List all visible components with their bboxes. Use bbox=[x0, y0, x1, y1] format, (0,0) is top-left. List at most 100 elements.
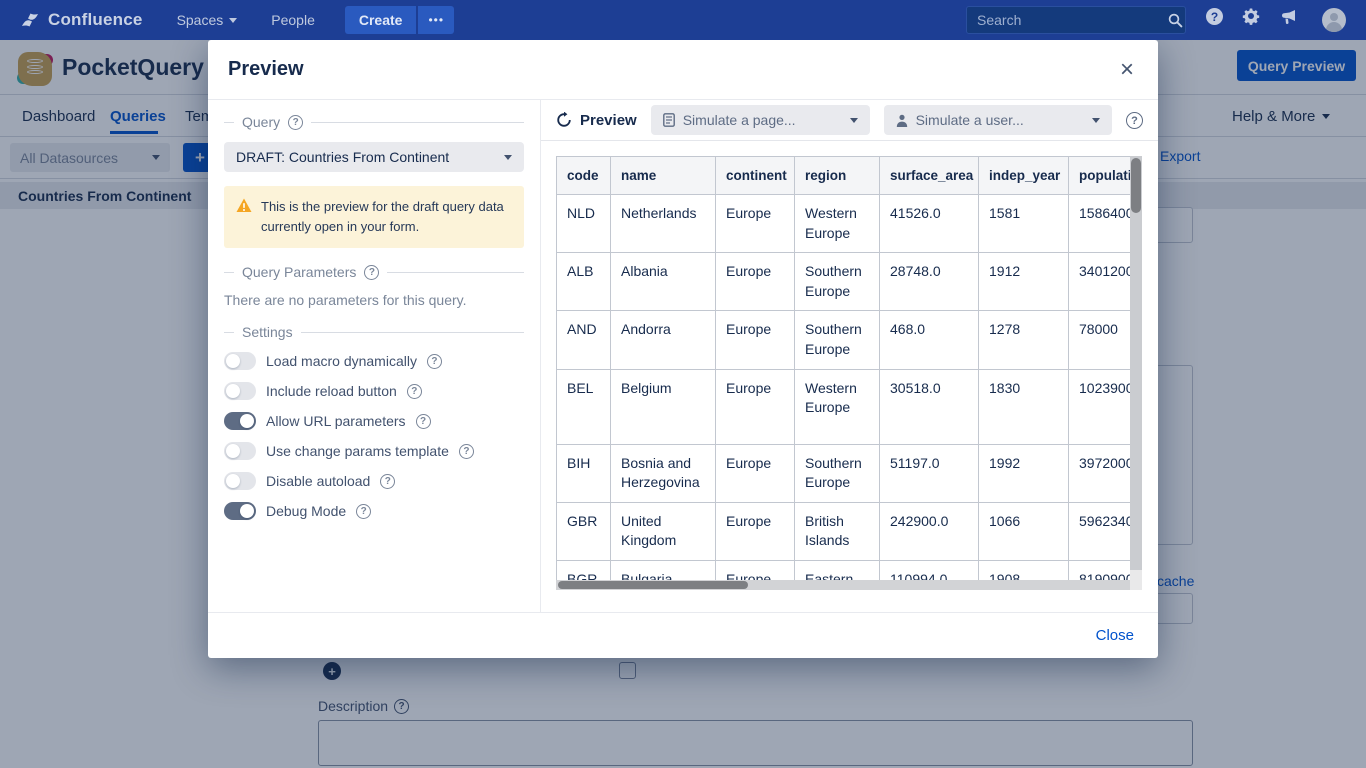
modal-header: Preview × bbox=[208, 40, 1158, 100]
query-settings-panel: Query? DRAFT: Countries From Continent T… bbox=[208, 100, 541, 612]
table-column-header: region bbox=[795, 157, 880, 195]
toggle-switch[interactable] bbox=[224, 352, 256, 370]
toggle-label: Debug Mode bbox=[266, 503, 346, 519]
horizontal-scrollbar[interactable] bbox=[556, 580, 1130, 590]
help-icon[interactable]: ? bbox=[1126, 111, 1143, 130]
close-icon[interactable]: × bbox=[1120, 58, 1134, 82]
preview-modal: Preview × Query? DRAFT: Countries From C… bbox=[208, 40, 1158, 658]
help-icon[interactable]: ? bbox=[407, 384, 422, 399]
table-cell: 41526.0 bbox=[880, 195, 979, 253]
table-row: BIHBosnia and HerzegovinaEuropeSouthern … bbox=[557, 444, 1131, 502]
user-icon bbox=[896, 114, 908, 127]
help-icon[interactable]: ? bbox=[1206, 8, 1223, 25]
table-cell: 1908 bbox=[979, 560, 1069, 580]
query-section-legend: Query? bbox=[224, 114, 524, 130]
table-column-header: surface_area bbox=[880, 157, 979, 195]
modal-title: Preview bbox=[228, 58, 304, 81]
search-box[interactable] bbox=[966, 6, 1186, 34]
close-button[interactable]: Close bbox=[1096, 627, 1134, 644]
table-cell: Netherlands bbox=[611, 195, 716, 253]
table-cell: Albania bbox=[611, 253, 716, 311]
toggle-label: Use change params template bbox=[266, 443, 449, 459]
table-cell: 51197.0 bbox=[880, 444, 979, 502]
confluence-logo[interactable]: Confluence bbox=[20, 10, 143, 30]
table-cell: NLD bbox=[557, 195, 611, 253]
query-select[interactable]: DRAFT: Countries From Continent bbox=[224, 142, 524, 172]
table-cell: 1992 bbox=[979, 444, 1069, 502]
help-icon[interactable]: ? bbox=[427, 354, 442, 369]
toggle-switch[interactable] bbox=[224, 442, 256, 460]
nav-spaces[interactable]: Spaces bbox=[177, 12, 238, 28]
preview-result-panel: Preview Simulate a page... Simulate a us… bbox=[541, 100, 1158, 612]
table-column-header: population bbox=[1069, 157, 1131, 195]
table-column-header: continent bbox=[716, 157, 795, 195]
gear-icon[interactable] bbox=[1242, 7, 1260, 25]
help-icon[interactable]: ? bbox=[364, 265, 379, 280]
search-icon bbox=[1168, 13, 1183, 28]
user-avatar[interactable] bbox=[1322, 8, 1346, 32]
refresh-preview-button[interactable]: Preview bbox=[556, 112, 637, 129]
table-cell: Western Europe bbox=[795, 369, 880, 444]
table-cell: ALB bbox=[557, 253, 611, 311]
warning-icon bbox=[236, 198, 252, 237]
table-cell: 1912 bbox=[979, 253, 1069, 311]
toggle-switch[interactable] bbox=[224, 472, 256, 490]
table-cell: 1830 bbox=[979, 369, 1069, 444]
setting-toggle-row: Allow URL parameters? bbox=[224, 412, 524, 430]
table-cell: Southern Europe bbox=[795, 253, 880, 311]
toggle-switch[interactable] bbox=[224, 412, 256, 430]
chevron-down-icon bbox=[504, 155, 512, 160]
result-table: codenamecontinentregionsurface_areaindep… bbox=[556, 156, 1130, 580]
table-column-header: indep_year bbox=[979, 157, 1069, 195]
help-icon[interactable]: ? bbox=[380, 474, 395, 489]
table-cell: Andorra bbox=[611, 311, 716, 369]
table-cell: Europe bbox=[716, 253, 795, 311]
table-cell: United Kingdom bbox=[611, 502, 716, 560]
refresh-icon bbox=[556, 112, 572, 128]
help-icon[interactable]: ? bbox=[459, 444, 474, 459]
table-header-row: codenamecontinentregionsurface_areaindep… bbox=[557, 157, 1131, 195]
toggle-switch[interactable] bbox=[224, 382, 256, 400]
setting-toggle-row: Use change params template? bbox=[224, 442, 524, 460]
setting-toggle-row: Load macro dynamically? bbox=[224, 352, 524, 370]
modal-footer: Close bbox=[208, 612, 1158, 658]
vertical-scrollbar[interactable] bbox=[1130, 156, 1142, 570]
horizontal-scrollbar-thumb[interactable] bbox=[558, 581, 748, 589]
table-row: BGRBulgariaEuropeEastern Europe110994.01… bbox=[557, 560, 1131, 580]
create-more-button[interactable]: ••• bbox=[418, 6, 454, 34]
table-cell: 1581 bbox=[979, 195, 1069, 253]
toggle-label: Disable autoload bbox=[266, 473, 370, 489]
table-cell: 8190900 bbox=[1069, 560, 1131, 580]
search-input[interactable] bbox=[967, 12, 1168, 28]
help-icon[interactable]: ? bbox=[356, 504, 371, 519]
simulate-page-select[interactable]: Simulate a page... bbox=[651, 105, 870, 135]
table-cell: Eastern Europe bbox=[795, 560, 880, 580]
table-cell: Europe bbox=[716, 311, 795, 369]
help-icon[interactable]: ? bbox=[288, 115, 303, 130]
table-row: BELBelgiumEuropeWestern Europe30518.0183… bbox=[557, 369, 1131, 444]
table-cell: British Islands bbox=[795, 502, 880, 560]
warning-text: This is the preview for the draft query … bbox=[261, 197, 512, 237]
table-cell: 59623400 bbox=[1069, 502, 1131, 560]
nav-people[interactable]: People bbox=[271, 12, 315, 28]
table-cell: AND bbox=[557, 311, 611, 369]
table-cell: GBR bbox=[557, 502, 611, 560]
vertical-scrollbar-thumb[interactable] bbox=[1131, 158, 1141, 213]
chevron-down-icon bbox=[1092, 118, 1100, 123]
toggle-label: Allow URL parameters bbox=[266, 413, 406, 429]
top-navbar: Confluence Spaces People Create ••• ? bbox=[0, 0, 1366, 40]
simulate-user-select[interactable]: Simulate a user... bbox=[884, 105, 1112, 135]
table-cell: Bulgaria bbox=[611, 560, 716, 580]
confluence-logo-text: Confluence bbox=[48, 10, 143, 30]
create-button[interactable]: Create bbox=[345, 6, 417, 34]
scrollbar-corner bbox=[1130, 570, 1142, 590]
help-icon[interactable]: ? bbox=[416, 414, 431, 429]
table-cell: 242900.0 bbox=[880, 502, 979, 560]
announcement-icon[interactable] bbox=[1281, 9, 1298, 26]
table-cell: Europe bbox=[716, 560, 795, 580]
toggle-switch[interactable] bbox=[224, 502, 256, 520]
draft-warning: This is the preview for the draft query … bbox=[224, 186, 524, 248]
table-cell: Europe bbox=[716, 195, 795, 253]
settings-toggle-list: Load macro dynamically?Include reload bu… bbox=[224, 352, 524, 520]
setting-toggle-row: Debug Mode? bbox=[224, 502, 524, 520]
